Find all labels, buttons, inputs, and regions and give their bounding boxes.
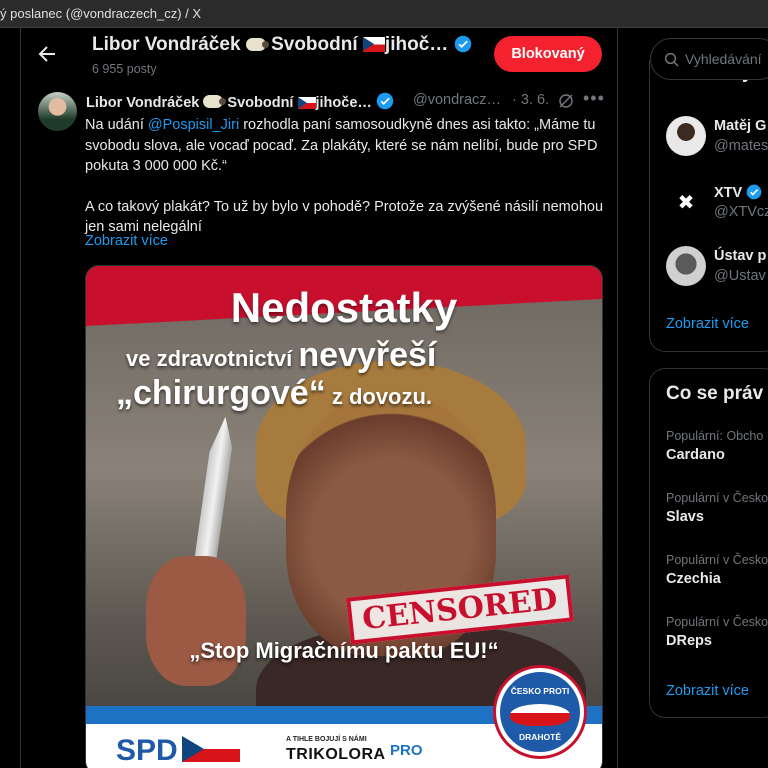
blocked-button[interactable]: Blokovaný (494, 36, 602, 72)
cesko-proti-drahote-badge: ČESKO PROTI DRAHOTĚ (496, 668, 584, 756)
trend-context: Populární v Česko (666, 553, 768, 567)
trikolora-tagline: A TIHLE BOJUJÍ S NÁMI (286, 736, 367, 743)
badge-flag-wave (510, 704, 570, 726)
who-show-more-link[interactable]: Zobrazit více (666, 316, 749, 332)
trend-topic: Czechia (666, 571, 721, 587)
who-handle: @mates (714, 138, 768, 154)
search-input[interactable]: Vyhledávání (685, 51, 762, 67)
tweet-avatar[interactable] (38, 92, 77, 131)
trends-card: Co se práv Populární: Obcho Cardano Popu… (649, 368, 768, 718)
tweet-date[interactable]: · 3. 6. (512, 92, 549, 108)
trend-topic: Cardano (666, 447, 725, 463)
sheep-emoji-icon (245, 38, 269, 51)
tweet-text-pre: Na udání (85, 117, 148, 133)
trend-context: Populární v Česko (666, 615, 768, 629)
xtv-logo-icon: ✖ (666, 182, 706, 222)
profile-header: Libor Vondráček Svobodní jihoč… 6 955 po… (21, 28, 617, 84)
trend-item[interactable]: Populární: Obcho Cardano (666, 429, 768, 469)
trend-context: Populární v Česko (666, 491, 768, 505)
main-column: Libor Vondráček Svobodní jihoč… 6 955 po… (20, 28, 618, 768)
trend-topic: DReps (666, 633, 712, 649)
profile-name-text: Libor Vondráček (92, 34, 241, 55)
spd-flag-icon (182, 736, 240, 762)
window-titlebar: ý poslanec (@vondraczech_cz) / X (0, 0, 768, 28)
verified-badge-icon (376, 92, 394, 110)
tweet-author-name: Libor Vondráček (86, 95, 200, 111)
trend-topic: Slavs (666, 509, 704, 525)
tweet-author[interactable]: Libor Vondráček Svobodní jihoče… (86, 92, 394, 111)
who-name: XTV (714, 184, 762, 201)
badge-top-text: ČESKO PROTI (510, 686, 570, 696)
spd-logo: SPD (116, 734, 178, 767)
hand-illustration (146, 556, 246, 686)
sheep-emoji-icon (203, 95, 227, 108)
search-icon (664, 52, 679, 67)
trend-item[interactable]: Populární v Česko Slavs (666, 491, 768, 531)
tweet-handle[interactable]: @vondracz… (413, 92, 501, 108)
who-item[interactable]: ✖ XTV @XTVcz (666, 182, 768, 238)
tweet-media-poster[interactable]: Nedostatky ve zdravotnictví nevyřeší „ch… (85, 265, 603, 768)
who-handle: @XTVcz (714, 204, 768, 220)
show-more-link[interactable]: Zobrazit více (85, 233, 168, 249)
window-title: ý poslanec (@vondraczech_cz) / X (0, 6, 202, 21)
poster-line3b: z dovozu. (325, 384, 433, 409)
czech-flag-icon (362, 37, 385, 52)
profile-name: Libor Vondráček Svobodní jihoč… (92, 34, 472, 56)
tweet-author-party: Svobodní (227, 95, 294, 111)
tweet-author-region: jihoče… (315, 95, 372, 111)
trends-title: Co se práv (666, 383, 764, 404)
profile-region: jihoč… (384, 34, 449, 55)
poster-line3: „chirurgové“ z dovozu. (116, 374, 432, 413)
who-name: Matěj G (714, 118, 767, 134)
who-item[interactable]: Matěj G @mates (666, 116, 768, 172)
grok-icon[interactable] (557, 92, 575, 110)
poster-headline: Nedostatky (230, 284, 458, 331)
trend-item[interactable]: Populární v Česko Czechia (666, 553, 768, 593)
back-arrow-icon[interactable] (35, 42, 59, 66)
mention-link[interactable]: @Pospisil_Jiri (148, 117, 239, 133)
czech-flag-icon (297, 97, 316, 109)
profile-party: Svobodní (271, 34, 358, 55)
trends-show-more-link[interactable]: Zobrazit více (666, 683, 749, 699)
avatar (666, 246, 706, 286)
who-name: Ústav p (714, 248, 767, 264)
search-box[interactable]: Vyhledávání (650, 38, 768, 80)
poster-line3a: „chirurgové“ (116, 374, 326, 412)
post-count: 6 955 posty (92, 62, 157, 76)
knife-illustration (194, 415, 237, 567)
who-item[interactable]: Ústav p @Ustav (666, 246, 768, 302)
who-name-text: XTV (714, 185, 743, 201)
badge-bottom-text: DRAHOTĚ (518, 732, 562, 742)
pro-logo: PRO (390, 742, 423, 759)
who-handle: @Ustav (714, 268, 766, 284)
who-to-follow-card: Možná by se Matěj G @mates ✖ XTV @XTVcz … (649, 60, 768, 352)
more-options-icon[interactable]: ••• (583, 88, 605, 109)
poster-line2: ve zdravotnictví nevyřeší (126, 336, 436, 375)
verified-badge-icon (746, 184, 762, 200)
trikolora-logo: TRIKOLORA (286, 746, 386, 763)
poster-line2a: ve zdravotnictví (126, 346, 299, 371)
avatar (666, 116, 706, 156)
poster-slogan: „Stop Migračnímu paktu EU!“ (189, 638, 499, 663)
tweet-text-2: A co takový plakát? To už by bylo v poho… (85, 198, 604, 236)
poster-line2b: nevyřeší (298, 336, 437, 374)
trend-context: Populární: Obcho (666, 429, 764, 443)
trend-item[interactable]: Populární v Česko DReps (666, 615, 768, 655)
verified-badge-icon (454, 35, 471, 53)
